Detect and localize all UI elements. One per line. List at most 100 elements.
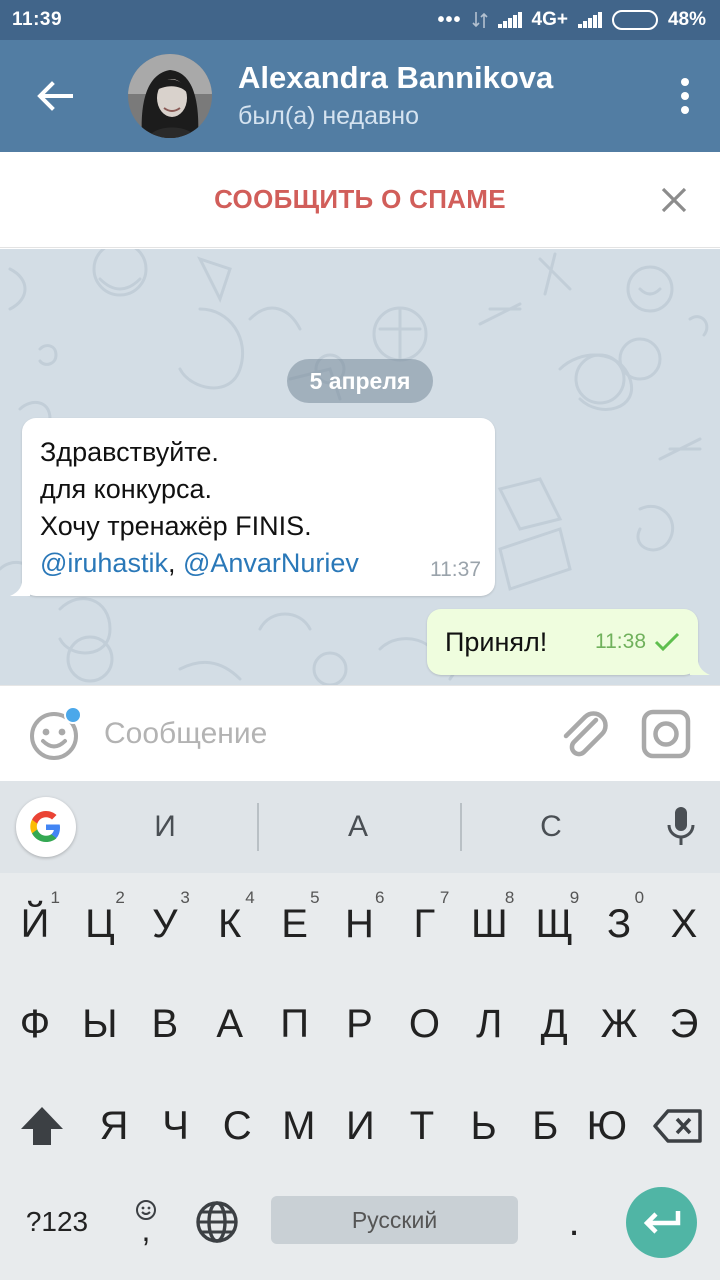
camera-button[interactable] <box>636 704 696 764</box>
mention-link[interactable]: @AnvarNuriev <box>183 548 359 578</box>
message-time: 11:38 <box>595 630 646 653</box>
arrow-left-icon <box>37 81 73 111</box>
check-icon <box>654 632 680 652</box>
key[interactable]: Й1 <box>4 884 66 964</box>
back-button[interactable] <box>0 40 110 152</box>
paperclip-icon <box>563 710 608 756</box>
signal-icon <box>497 12 522 28</box>
key[interactable]: Г7 <box>393 884 455 964</box>
key-label: О <box>408 1001 440 1046</box>
new-stickers-badge <box>64 705 82 724</box>
key[interactable]: И <box>330 1086 390 1166</box>
key-label: Ж <box>600 1001 638 1046</box>
backspace-icon <box>653 1109 702 1143</box>
key-label: Н <box>345 901 374 946</box>
chat-title: Alexandra Bannikova <box>238 60 554 95</box>
close-icon <box>661 187 687 213</box>
close-spam-bar-button[interactable] <box>652 178 696 222</box>
key[interactable]: П <box>264 984 326 1064</box>
key-label: Ц <box>85 901 115 946</box>
key[interactable]: С <box>207 1086 267 1166</box>
space-key[interactable]: Русский <box>271 1196 518 1244</box>
enter-icon <box>643 1210 680 1234</box>
key-hint: 4 <box>245 888 255 907</box>
key[interactable]: Х <box>653 884 715 964</box>
enter-key[interactable] <box>626 1187 697 1258</box>
globe-icon <box>196 1201 238 1243</box>
comma-key[interactable]: , <box>126 1182 166 1262</box>
suggestion-item[interactable]: И <box>70 801 260 853</box>
key-label: К <box>218 901 242 946</box>
key-label: Р <box>346 1001 373 1046</box>
battery-icon <box>611 10 658 30</box>
backspace-key[interactable] <box>646 1086 710 1166</box>
voice-input-button[interactable] <box>666 805 696 849</box>
key[interactable]: Ш8 <box>458 884 520 964</box>
outgoing-message[interactable]: Принял! 11:38 <box>427 609 710 675</box>
key[interactable]: Щ9 <box>523 884 585 964</box>
key[interactable]: В <box>134 984 196 1064</box>
key[interactable]: Ь <box>454 1086 514 1166</box>
message-mentions-line: @iruhastik, @AnvarNuriev <box>40 545 477 582</box>
suggestion-item[interactable]: А <box>263 801 453 853</box>
avatar-photo-icon <box>128 54 212 138</box>
shift-key[interactable] <box>10 1086 74 1166</box>
key[interactable]: Ч <box>146 1086 206 1166</box>
chat-area[interactable]: 5 апреля Здравствуйте. для конкурса. Хоч… <box>0 249 720 685</box>
key-label: С <box>222 1103 252 1148</box>
message-text: Принял! <box>445 626 548 657</box>
key-hint: 2 <box>115 888 125 907</box>
key[interactable]: К4 <box>199 884 261 964</box>
key-hint: 9 <box>569 888 580 907</box>
key[interactable]: З0 <box>588 884 650 964</box>
key[interactable]: Э <box>653 984 715 1064</box>
mention-link[interactable]: @iruhastik <box>40 548 168 578</box>
key-label: Т <box>409 1103 435 1148</box>
avatar[interactable] <box>128 54 212 138</box>
key[interactable]: Д <box>523 984 585 1064</box>
suggestion-item[interactable]: С <box>456 801 646 853</box>
language-key[interactable] <box>190 1182 244 1262</box>
key[interactable]: Ю <box>577 1086 637 1166</box>
key[interactable]: Ы <box>69 984 131 1064</box>
key[interactable]: М <box>269 1086 329 1166</box>
message-input[interactable] <box>104 716 554 751</box>
battery-percent: 48% <box>667 9 706 30</box>
key[interactable]: Н6 <box>329 884 391 964</box>
menu-dot <box>681 92 689 100</box>
bubble-tail-icon <box>10 576 30 596</box>
comma-label: , <box>141 1212 151 1248</box>
more-menu-button[interactable] <box>650 40 720 152</box>
key[interactable]: А <box>199 984 261 1064</box>
key-hint: 0 <box>634 888 645 907</box>
key[interactable]: Е5 <box>264 884 326 964</box>
key[interactable]: Б <box>515 1086 575 1166</box>
key[interactable]: Ж <box>588 984 650 1064</box>
chat-title-block[interactable]: Alexandra Bannikova был(а) недавно <box>238 59 650 133</box>
google-button[interactable] <box>16 797 76 857</box>
key[interactable]: Ц2 <box>69 884 131 964</box>
report-spam-button[interactable]: СООБЩИТЬ О СПАМЕ <box>214 184 506 215</box>
key-label: Э <box>669 1001 699 1046</box>
key-label: Я <box>99 1103 129 1148</box>
key-label: Ш <box>470 901 508 946</box>
suggestion-divider <box>257 803 259 851</box>
report-spam-bar: СООБЩИТЬ О СПАМЕ <box>0 152 720 248</box>
period-key[interactable]: . <box>556 1182 592 1262</box>
key[interactable]: Л <box>458 984 520 1064</box>
key[interactable]: О <box>393 984 455 1064</box>
emoji-button[interactable] <box>24 704 84 764</box>
key[interactable]: Я <box>84 1086 144 1166</box>
key[interactable]: У3 <box>134 884 196 964</box>
notification-dots-icon: ••• <box>437 8 462 31</box>
key[interactable]: Р <box>329 984 391 1064</box>
key[interactable]: Ф <box>4 984 66 1064</box>
key[interactable]: Т <box>392 1086 452 1166</box>
incoming-message[interactable]: Здравствуйте. для конкурса. Хочу тренажё… <box>10 418 495 596</box>
attach-button[interactable] <box>554 704 614 764</box>
key-hint: 3 <box>180 888 190 907</box>
data-transfer-icon <box>471 12 488 28</box>
shift-icon <box>21 1107 63 1145</box>
symbols-key[interactable]: ?123 <box>14 1182 100 1262</box>
camera-icon <box>641 709 691 758</box>
